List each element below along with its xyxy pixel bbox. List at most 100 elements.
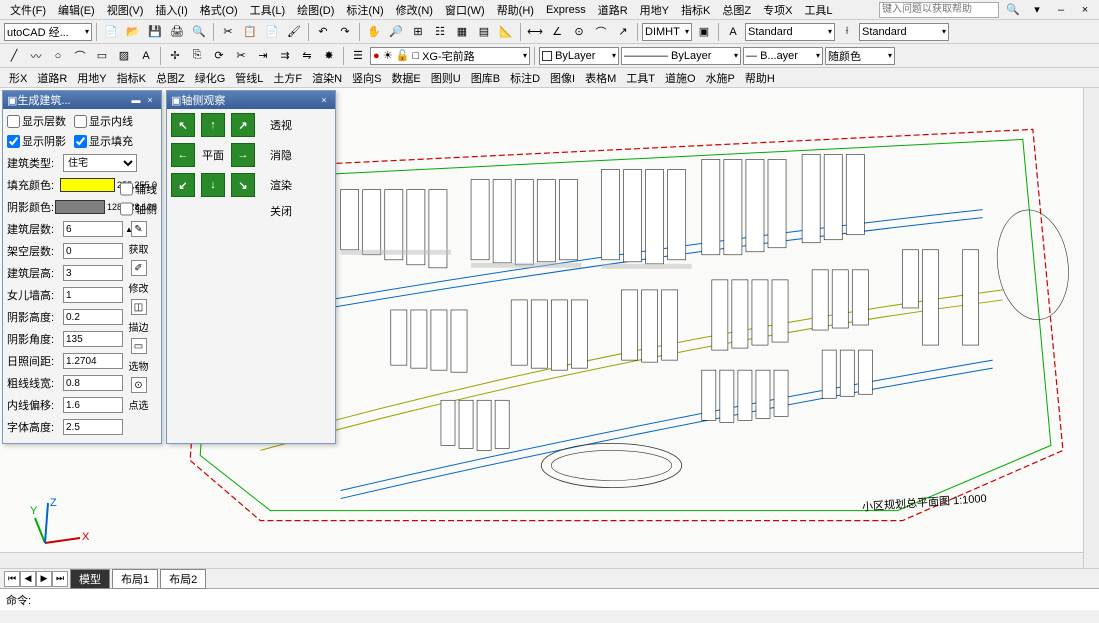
menu-index[interactable]: 指标K — [675, 0, 716, 20]
modify-button-icon[interactable]: ✐ — [131, 260, 147, 276]
help-dropdown-icon[interactable]: ▾ — [1027, 0, 1047, 20]
textstyle-icon[interactable]: A — [723, 22, 743, 42]
command-line[interactable]: 命令: — [0, 588, 1099, 610]
dim-radius-icon[interactable]: ⊙ — [569, 22, 589, 42]
pmenu-image[interactable]: 图像I — [545, 68, 580, 88]
shadowcolor-swatch[interactable] — [55, 200, 105, 214]
mirror-icon[interactable]: ⇋ — [297, 46, 317, 66]
arc-icon[interactable]: ⌒ — [70, 46, 90, 66]
menu-edit[interactable]: 编辑(E) — [52, 0, 101, 20]
trim-icon[interactable]: ✂ — [231, 46, 251, 66]
height-input[interactable] — [63, 265, 123, 281]
dim-angular-icon[interactable]: ∠ — [547, 22, 567, 42]
sundist-input[interactable] — [63, 353, 123, 369]
dimstyle-icon[interactable]: ⟊ — [837, 22, 857, 42]
linetype-combo[interactable]: ———— ByLayer▾ — [621, 47, 741, 65]
pmenu-tool[interactable]: 工具T — [621, 68, 660, 88]
dimstyle-combo[interactable]: DIMHT▾ — [642, 23, 692, 41]
menu-draw[interactable]: 绘图(D) — [291, 0, 340, 20]
view-ne-button[interactable]: ↗ — [231, 113, 255, 137]
view-s-button[interactable]: ↓ — [201, 173, 225, 197]
polyline-icon[interactable]: 〰 — [26, 46, 46, 66]
copy2-icon[interactable]: ⎘ — [187, 46, 207, 66]
menu-tools[interactable]: 工具(L) — [244, 0, 291, 20]
fillcolor-swatch[interactable] — [60, 178, 115, 192]
close-label[interactable]: 关闭 — [261, 203, 301, 219]
type-select[interactable]: 住宅 — [63, 154, 137, 172]
persp-label[interactable]: 透视 — [261, 113, 301, 137]
pmenu-help[interactable]: 帮助H — [740, 68, 780, 88]
pmenu-shape[interactable]: 形X — [4, 68, 32, 88]
explode-icon[interactable]: ✸ — [319, 46, 339, 66]
parapet-input[interactable] — [63, 287, 123, 303]
shadowa-input[interactable] — [63, 331, 123, 347]
check-innerline[interactable]: 显示内线 — [74, 113, 133, 129]
pmenu-roadfac[interactable]: 道施O — [660, 68, 701, 88]
tab-nav-next-icon[interactable]: ▶ — [36, 571, 52, 587]
menu-dimension[interactable]: 标注(N) — [340, 0, 389, 20]
pmenu-render[interactable]: 渲染N — [307, 68, 347, 88]
toolpal-icon[interactable]: ▤ — [474, 22, 494, 42]
pmenu-road[interactable]: 道路R — [32, 68, 72, 88]
view-n-button[interactable]: ↑ — [201, 113, 225, 137]
render-label[interactable]: 渲染 — [261, 173, 301, 197]
hide-label[interactable]: 消隐 — [261, 143, 301, 167]
select-button-icon[interactable]: ▭ — [131, 338, 147, 354]
check-shadow[interactable]: 显示阴影 — [7, 133, 66, 149]
hatch-icon[interactable]: ▨ — [114, 46, 134, 66]
panel1-min-icon[interactable]: ▬ — [129, 93, 143, 107]
pmenu-vertical[interactable]: 竖向S — [347, 68, 386, 88]
view-e-button[interactable]: → — [231, 143, 255, 167]
check-fill[interactable]: 显示填充 — [74, 133, 133, 149]
dim-linear-icon[interactable]: ⟷ — [525, 22, 545, 42]
help-search-input[interactable] — [879, 2, 999, 18]
pmenu-dim[interactable]: 标注D — [505, 68, 545, 88]
menu-special[interactable]: 专项X — [757, 0, 798, 20]
pan-icon[interactable]: ✋ — [364, 22, 384, 42]
rect-icon[interactable]: ▭ — [92, 46, 112, 66]
check-floors[interactable]: 显示层数 — [7, 113, 66, 129]
pmenu-index[interactable]: 指标K — [112, 68, 151, 88]
lineweight-combo[interactable]: — B...ayer▾ — [743, 47, 823, 65]
redo-icon[interactable]: ↷ — [335, 22, 355, 42]
dim-arc-icon[interactable]: ⌒ — [591, 22, 611, 42]
menu-help[interactable]: 帮助(H) — [491, 0, 540, 20]
outline-button-icon[interactable]: ◫ — [131, 299, 147, 315]
print-icon[interactable]: 🖨 — [167, 22, 187, 42]
new-icon[interactable]: 📄 — [101, 22, 121, 42]
layer-combo[interactable]: ● ☀ 🔓 □ XG-宅前路▾ — [370, 47, 530, 65]
menu-modify[interactable]: 修改(N) — [390, 0, 439, 20]
menu-tool2[interactable]: 工具L — [798, 0, 838, 20]
inneroff-input[interactable] — [63, 397, 123, 413]
pmenu-water[interactable]: 水施P — [701, 68, 740, 88]
designctr-icon[interactable]: ▦ — [452, 22, 472, 42]
zoomwin-icon[interactable]: ⊞ — [408, 22, 428, 42]
menu-express[interactable]: Express — [540, 2, 592, 18]
dim-leader-icon[interactable]: ↗ — [613, 22, 633, 42]
menu-masterplan[interactable]: 总图Z — [716, 0, 757, 20]
pmenu-rule[interactable]: 图则U — [426, 68, 466, 88]
empty-input[interactable] — [63, 243, 123, 259]
view-sw-button[interactable]: ↙ — [171, 173, 195, 197]
shadowh-input[interactable] — [63, 309, 123, 325]
pmenu-green[interactable]: 绿化G — [190, 68, 231, 88]
open-icon[interactable]: 📂 — [123, 22, 143, 42]
cut-icon[interactable]: ✂ — [218, 22, 238, 42]
help-search-go-icon[interactable]: 🔍 — [1003, 0, 1023, 20]
color-combo[interactable]: ByLayer▾ — [539, 47, 619, 65]
tab-layout1[interactable]: 布局1 — [112, 569, 158, 589]
move-icon[interactable]: ✢ — [165, 46, 185, 66]
textstyle-combo[interactable]: Standard▾ — [745, 23, 835, 41]
linew-input[interactable] — [63, 375, 123, 391]
dimstyle-combo2[interactable]: Standard▾ — [859, 23, 949, 41]
paste-icon[interactable]: 📄 — [262, 22, 282, 42]
matchprop-icon[interactable]: 🖌 — [284, 22, 304, 42]
panel1-close-icon[interactable]: × — [143, 93, 157, 107]
view-nw-button[interactable]: ↖ — [171, 113, 195, 137]
menu-format[interactable]: 格式(O) — [194, 0, 244, 20]
tab-nav-last-icon[interactable]: ⏭ — [52, 571, 68, 587]
tab-layout2[interactable]: 布局2 — [160, 569, 206, 589]
text-icon[interactable]: A — [136, 46, 156, 66]
menu-file[interactable]: 文件(F) — [4, 0, 52, 20]
tab-nav-first-icon[interactable]: ⏮ — [4, 571, 20, 587]
